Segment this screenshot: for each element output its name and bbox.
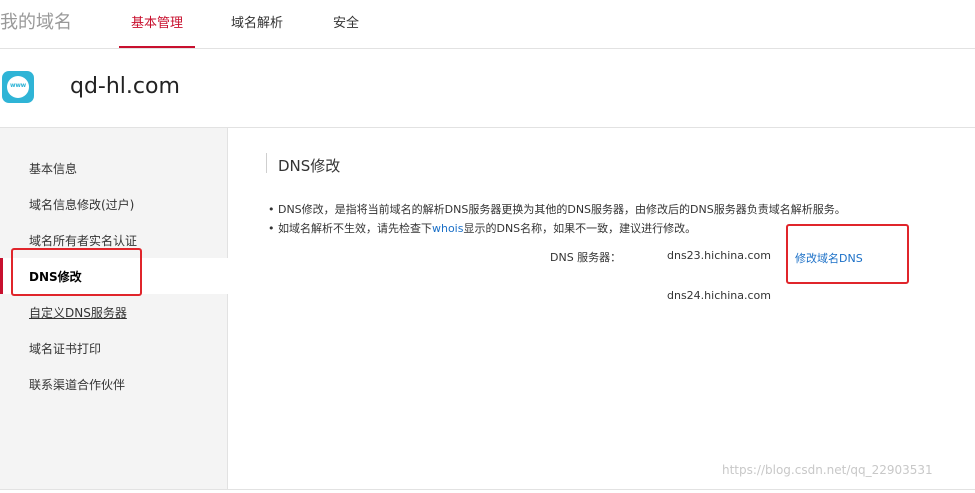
sidebar-item-channel-partner[interactable]: 联系渠道合作伙伴 <box>29 376 125 393</box>
sidebar-item-basic-info[interactable]: 基本信息 <box>29 160 77 177</box>
whois-link[interactable]: whois <box>432 222 464 235</box>
www-globe-icon: www <box>2 71 34 103</box>
brand-title: 我的域名 <box>0 12 72 33</box>
www-icon-text: www <box>9 82 27 89</box>
tab-basic-management[interactable]: 基本管理 <box>119 12 195 48</box>
dns-server-label: DNS 服务器： <box>550 251 622 264</box>
sidebar-item-custom-dns-server[interactable]: 自定义DNS服务器 <box>29 304 127 321</box>
modify-dns-link[interactable]: 修改域名DNS <box>795 250 863 266</box>
dns-server-value: dns24.hichina.com <box>667 289 771 302</box>
note-whois-prefix: • 如域名解析不生效，请先检查下 <box>268 222 432 235</box>
tab-security[interactable]: 安全 <box>333 12 359 48</box>
watermark-text: https://blog.csdn.net/qq_22903531 <box>722 463 933 477</box>
sidebar: 基本信息 域名信息修改(过户) 域名所有者实名认证 DNS修改 自定义DNS服务… <box>0 127 228 490</box>
dns-server-value: dns23.hichina.com <box>667 249 771 262</box>
section-title-bar <box>266 153 267 173</box>
bottom-divider <box>0 489 975 490</box>
sidebar-item-certificate-print[interactable]: 域名证书打印 <box>29 340 101 357</box>
tab-dns-resolution[interactable]: 域名解析 <box>231 12 283 48</box>
sidebar-active-indicator <box>0 258 3 294</box>
annotation-box-sidebar <box>11 248 142 296</box>
note-dns-description: • DNS修改，是指将当前域名的解析DNS服务器更换为其他的DNS服务器，由修改… <box>268 203 846 216</box>
note-whois-hint: • 如域名解析不生效，请先检查下whois显示的DNS名称，如果不一致，建议进行… <box>268 220 696 236</box>
domain-name-title: qd-hl.com <box>70 74 180 99</box>
content-divider <box>227 127 975 128</box>
top-nav: 我的域名 基本管理 域名解析 安全 <box>0 0 975 49</box>
note-whois-suffix: 显示的DNS名称，如果不一致，建议进行修改。 <box>463 222 697 235</box>
sidebar-item-domain-info-change[interactable]: 域名信息修改(过户) <box>29 196 134 213</box>
section-title: DNS修改 <box>278 157 341 175</box>
sidebar-item-owner-verification[interactable]: 域名所有者实名认证 <box>29 232 137 249</box>
